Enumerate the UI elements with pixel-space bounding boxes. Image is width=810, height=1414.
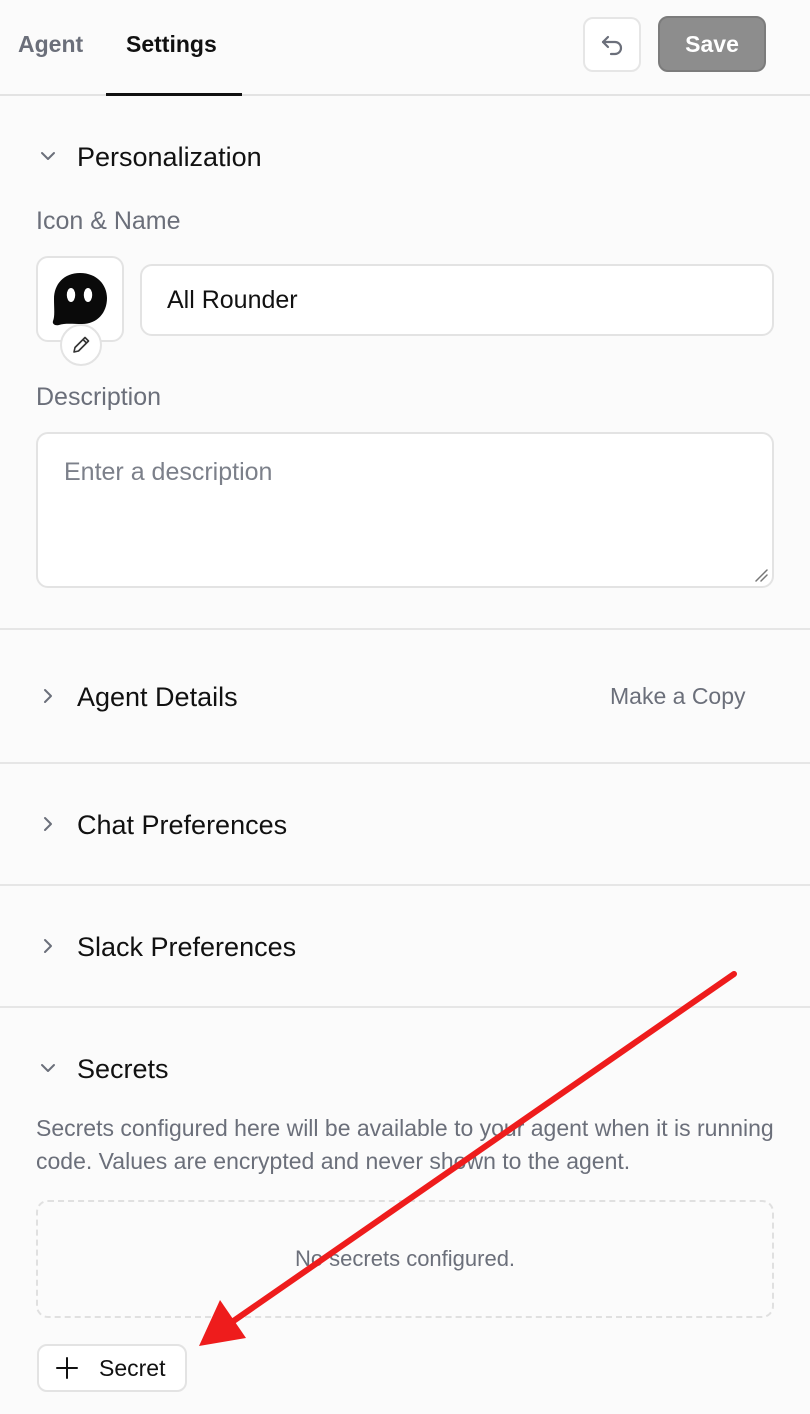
empty-state-message: No secrets configured.: [294, 1246, 516, 1271]
plus-icon: [56, 1357, 78, 1379]
undo-icon: [601, 35, 623, 55]
chevron-down-icon[interactable]: [38, 1058, 58, 1078]
agent-name-input[interactable]: [140, 264, 774, 336]
chevron-right-icon[interactable]: [38, 814, 58, 834]
section-divider: [0, 1006, 810, 1008]
header-bar: Agent Settings Save: [0, 0, 810, 96]
agent-settings-page: Agent Settings Save Personalization Icon…: [0, 0, 810, 1414]
ghost-avatar-icon: [52, 273, 107, 326]
add-secret-button[interactable]: Secret: [37, 1344, 187, 1392]
secrets-description: Secrets configured here will be availabl…: [36, 1115, 774, 1174]
section-divider: [0, 884, 810, 886]
chevron-down-icon[interactable]: [38, 146, 58, 166]
section-divider: [0, 762, 810, 764]
chevron-right-icon[interactable]: [38, 686, 58, 706]
pencil-icon: [73, 336, 90, 353]
resize-handle-icon[interactable]: [754, 568, 768, 582]
section-title-chat-preferences[interactable]: Chat Preferences: [77, 809, 287, 841]
section-title-personalization[interactable]: Personalization: [77, 141, 262, 173]
section-title-secrets[interactable]: Secrets: [77, 1053, 169, 1085]
add-secret-label: Secret: [99, 1354, 166, 1381]
section-divider: [0, 628, 810, 630]
description-label: Description: [36, 383, 162, 411]
section-title-slack-preferences[interactable]: Slack Preferences: [77, 931, 296, 963]
tab-agent[interactable]: Agent: [18, 30, 83, 58]
active-tab-indicator: [106, 93, 242, 96]
tab-settings[interactable]: Settings: [126, 30, 217, 58]
chevron-right-icon[interactable]: [38, 936, 58, 956]
save-button[interactable]: Save: [658, 16, 766, 72]
secrets-empty-state: No secrets configured.: [36, 1200, 774, 1318]
edit-icon-button[interactable]: [60, 324, 102, 366]
undo-button[interactable]: [583, 17, 641, 72]
icon-name-label: Icon & Name: [36, 207, 181, 235]
make-a-copy-button[interactable]: Make a Copy: [610, 683, 746, 710]
description-placeholder: Enter a description: [64, 458, 273, 486]
section-title-agent-details[interactable]: Agent Details: [77, 681, 238, 713]
description-textarea[interactable]: Enter a description: [36, 432, 774, 588]
